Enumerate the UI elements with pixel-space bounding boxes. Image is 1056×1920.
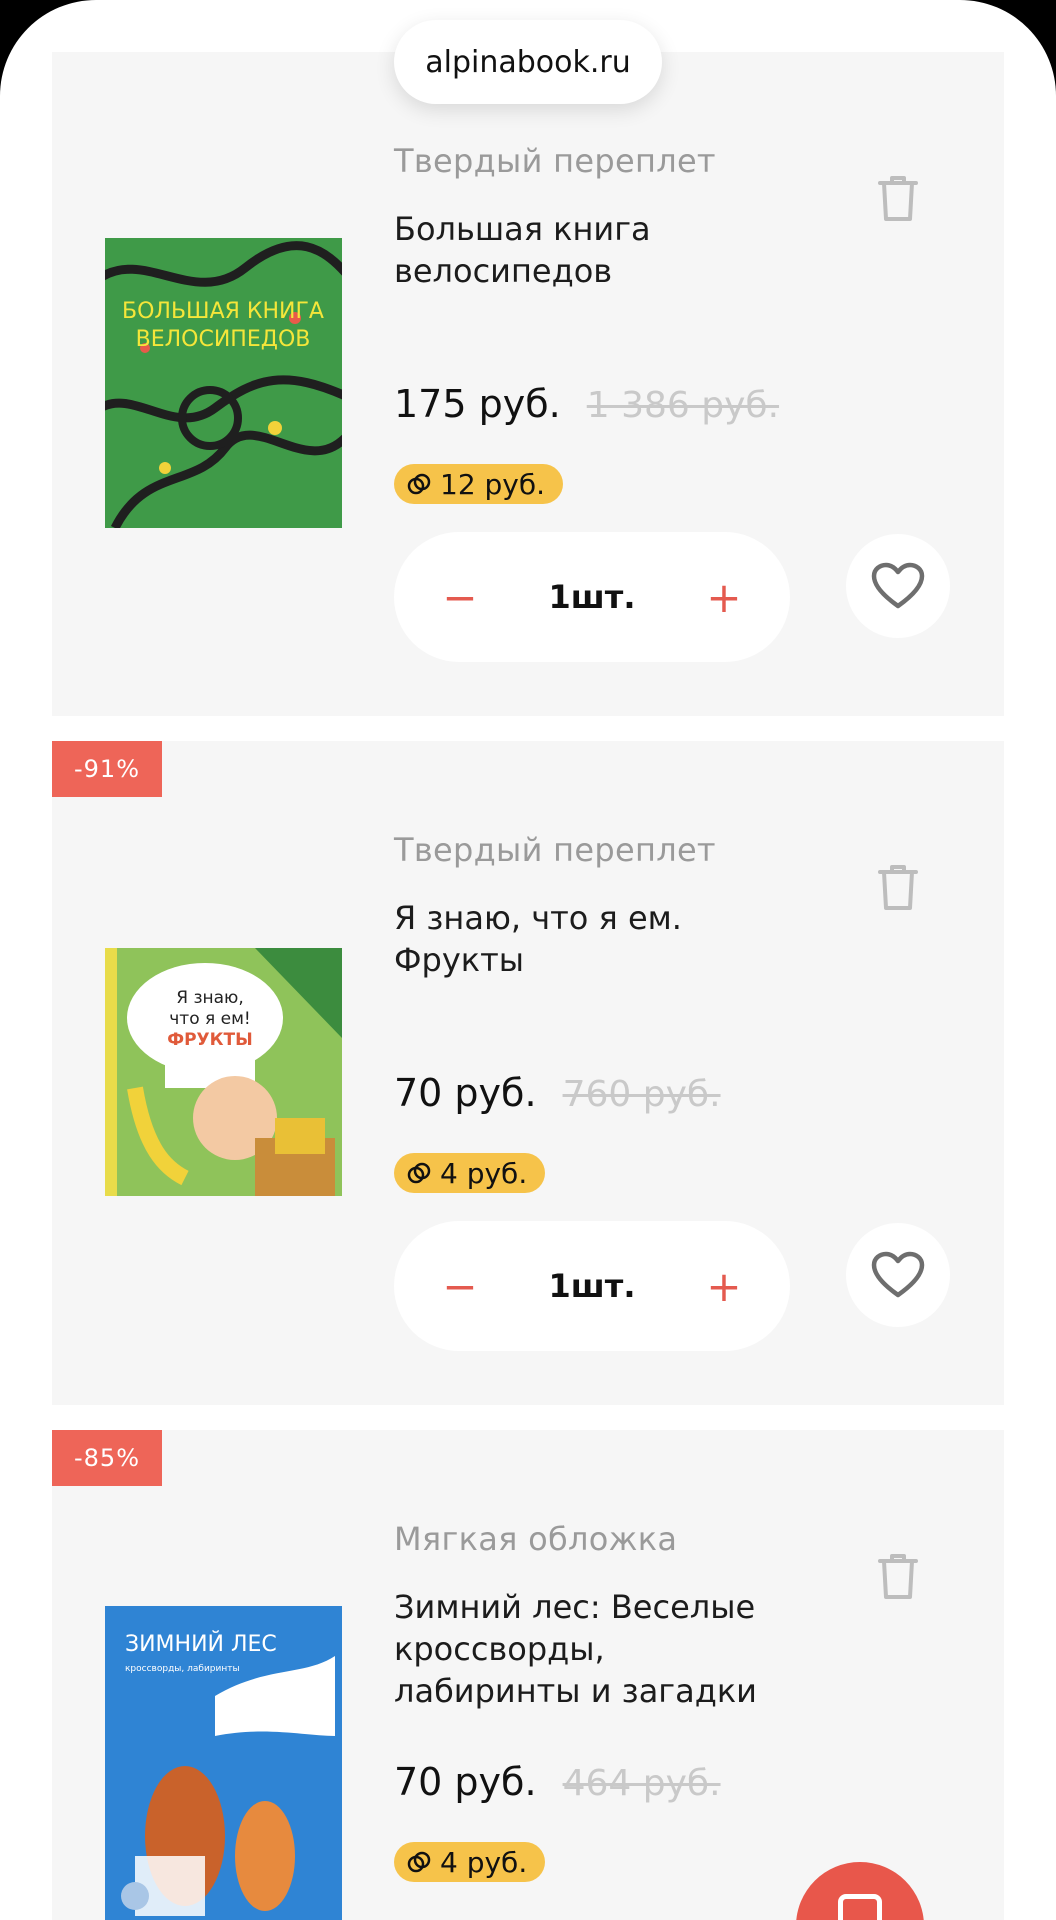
- book-cover[interactable]: ЗИМНИЙ ЛЕС кроссворды, лабиринты: [105, 1606, 342, 1920]
- book-cover[interactable]: Я знаю, что я ем! ФРУКТЫ: [105, 948, 342, 1196]
- increase-button[interactable]: +: [698, 573, 750, 622]
- bonus-badge: 12 руб.: [394, 464, 564, 504]
- discount-badge: -91%: [52, 741, 163, 797]
- bonus-badge: 4 руб.: [394, 1842, 546, 1882]
- phone-icon: [838, 1894, 882, 1920]
- bonus-amount: 12 руб.: [440, 467, 546, 501]
- book-title[interactable]: Зимний лес: Веселые кроссворды, лабиринт…: [394, 1586, 794, 1712]
- remove-button[interactable]: [846, 1524, 950, 1628]
- screen: alpinabook.ru БОЛЬШАЯ КНИГА ВЕЛОСИПЕДОВ …: [0, 0, 1056, 1920]
- favorite-button[interactable]: [846, 534, 950, 638]
- book-title[interactable]: Большая книга велосипедов: [394, 208, 794, 292]
- bonus-badge: 4 руб.: [394, 1153, 546, 1193]
- bonus-amount: 4 руб.: [440, 1845, 528, 1879]
- url-text: alpinabook.ru: [425, 44, 631, 80]
- old-price: 464 руб.: [562, 1763, 721, 1804]
- quantity-stepper: − 1шт. +: [394, 532, 790, 662]
- current-price: 175 руб.: [394, 382, 561, 426]
- heart-icon: [871, 1251, 925, 1298]
- trash-icon: [878, 865, 918, 910]
- current-price: 70 руб.: [394, 1071, 537, 1115]
- old-price: 760 руб.: [562, 1074, 721, 1115]
- increase-button[interactable]: +: [698, 1262, 750, 1311]
- current-price: 70 руб.: [394, 1760, 537, 1804]
- trash-icon: [878, 176, 918, 221]
- cart-item: -85% ЗИМНИЙ ЛЕС кроссворды, лабиринты Мя…: [52, 1430, 1004, 1920]
- svg-text:кроссворды, лабиринты: кроссворды, лабиринты: [125, 1664, 240, 1674]
- discount-badge: -85%: [52, 1430, 163, 1486]
- binding-type: Твердый переплет: [394, 142, 716, 180]
- svg-text:Я знаю,: Я знаю,: [176, 988, 244, 1008]
- price-row: 70 руб. 464 руб.: [394, 1760, 721, 1804]
- decrease-button[interactable]: −: [434, 573, 486, 622]
- heart-icon: [871, 562, 925, 609]
- bonus-coin-icon: [407, 1162, 431, 1184]
- bonus-coin-icon: [407, 1851, 431, 1873]
- trash-icon: [878, 1554, 918, 1599]
- cart-item: БОЛЬШАЯ КНИГА ВЕЛОСИПЕДОВ Твердый перепл…: [52, 52, 1004, 716]
- binding-type: Мягкая обложка: [394, 1520, 678, 1558]
- price-row: 70 руб. 760 руб.: [394, 1071, 721, 1115]
- bonus-amount: 4 руб.: [440, 1156, 528, 1190]
- quantity-stepper: − 1шт. +: [394, 1221, 790, 1351]
- book-cover[interactable]: БОЛЬШАЯ КНИГА ВЕЛОСИПЕДОВ: [105, 238, 342, 528]
- decrease-button[interactable]: −: [434, 1262, 486, 1311]
- price-row: 175 руб. 1 386 руб.: [394, 382, 779, 426]
- binding-type: Твердый переплет: [394, 831, 716, 869]
- book-title[interactable]: Я знаю, что я ем. Фрукты: [394, 897, 794, 981]
- favorite-button[interactable]: [846, 1223, 950, 1327]
- remove-button[interactable]: [846, 835, 950, 939]
- svg-text:ЗИМНИЙ ЛЕС: ЗИМНИЙ ЛЕС: [125, 1631, 277, 1657]
- bonus-coin-icon: [407, 473, 431, 495]
- address-bar[interactable]: alpinabook.ru: [394, 20, 662, 104]
- remove-button[interactable]: [846, 146, 950, 250]
- quantity-value: 1шт.: [548, 1267, 636, 1305]
- svg-text:ФРУКТЫ: ФРУКТЫ: [167, 1030, 253, 1050]
- quantity-value: 1шт.: [548, 578, 636, 616]
- old-price: 1 386 руб.: [586, 385, 780, 426]
- svg-text:БОЛЬШАЯ КНИГА: БОЛЬШАЯ КНИГА: [122, 299, 324, 324]
- cart-item: -91% Я знаю, что я ем! ФРУКТЫ Твердый пе…: [52, 741, 1004, 1405]
- svg-text:ВЕЛОСИПЕДОВ: ВЕЛОСИПЕДОВ: [136, 327, 311, 352]
- svg-text:что я ем!: что я ем!: [169, 1009, 250, 1029]
